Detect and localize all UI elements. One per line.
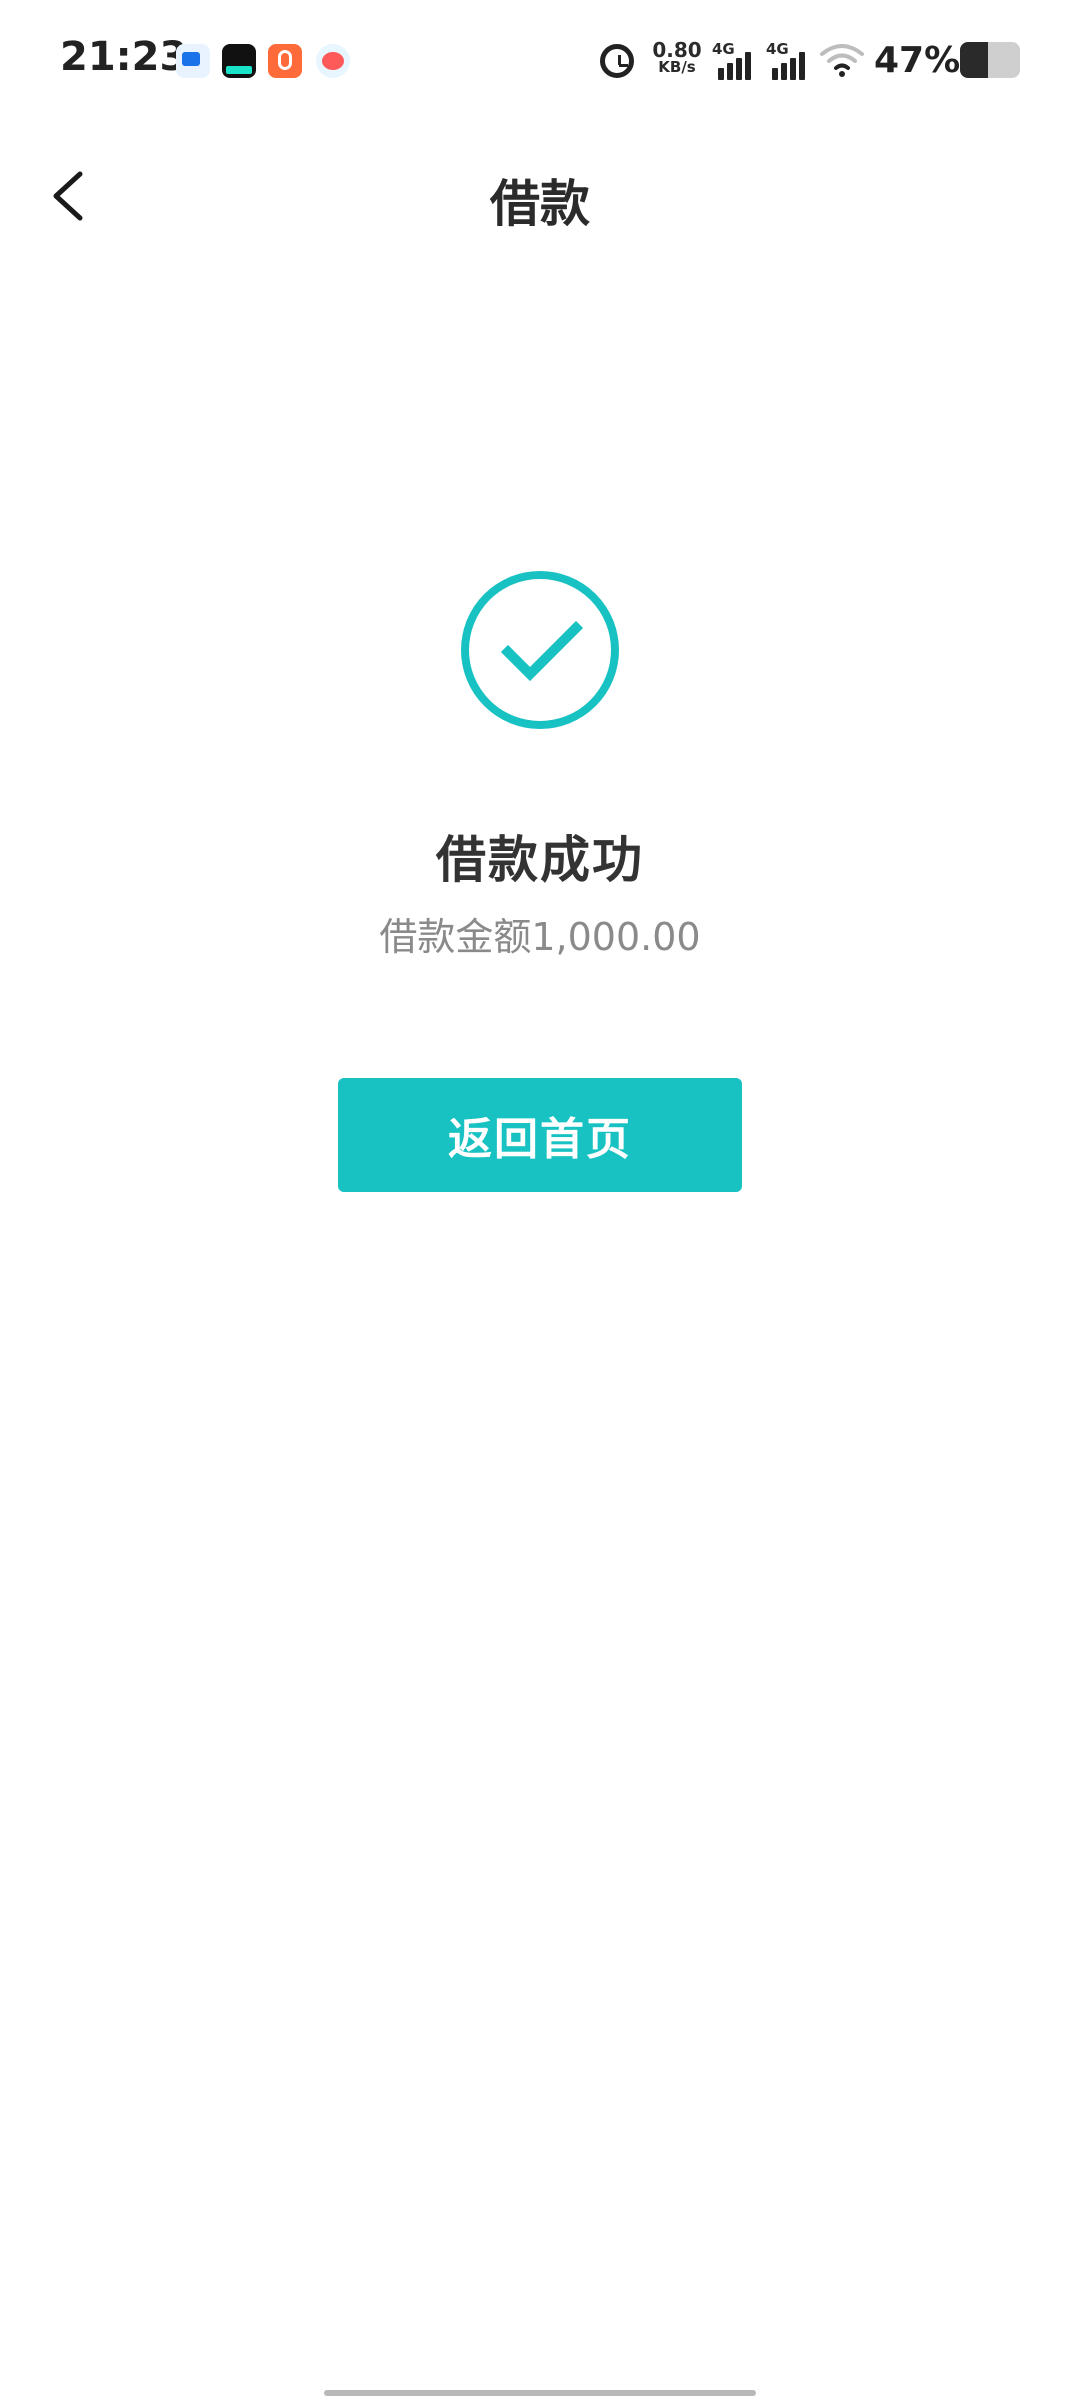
loan-amount-text: 借款金额1,000.00 (379, 915, 701, 959)
network-speed: 0.80 KB/s (650, 40, 704, 75)
shopping-notification-icon (268, 44, 302, 78)
battery-icon (960, 42, 1020, 78)
success-check-icon (461, 571, 619, 729)
signal-label-sim1: 4G (712, 40, 735, 58)
app-notification-icon (222, 44, 256, 78)
status-bar: 21:23 0.80 KB/s 4G 4G 47% (0, 0, 1080, 120)
success-title: 借款成功 (436, 831, 644, 889)
status-time: 21:23 (60, 34, 188, 80)
signal-icon-sim1: 4G (712, 40, 758, 82)
battery-percent: 47% (874, 40, 961, 81)
home-indicator[interactable] (324, 2390, 756, 2396)
signal-icon-sim2: 4G (766, 40, 812, 82)
network-speed-unit: KB/s (658, 58, 696, 76)
return-home-button[interactable]: 返回首页 (338, 1078, 742, 1192)
alarm-icon (600, 44, 634, 78)
chat-notification-icon (176, 44, 210, 78)
wifi-icon (820, 44, 864, 77)
network-speed-value: 0.80 (652, 38, 702, 62)
signal-label-sim2: 4G (766, 40, 789, 58)
bird-notification-icon (316, 44, 350, 78)
page-title: 借款 (490, 175, 590, 233)
